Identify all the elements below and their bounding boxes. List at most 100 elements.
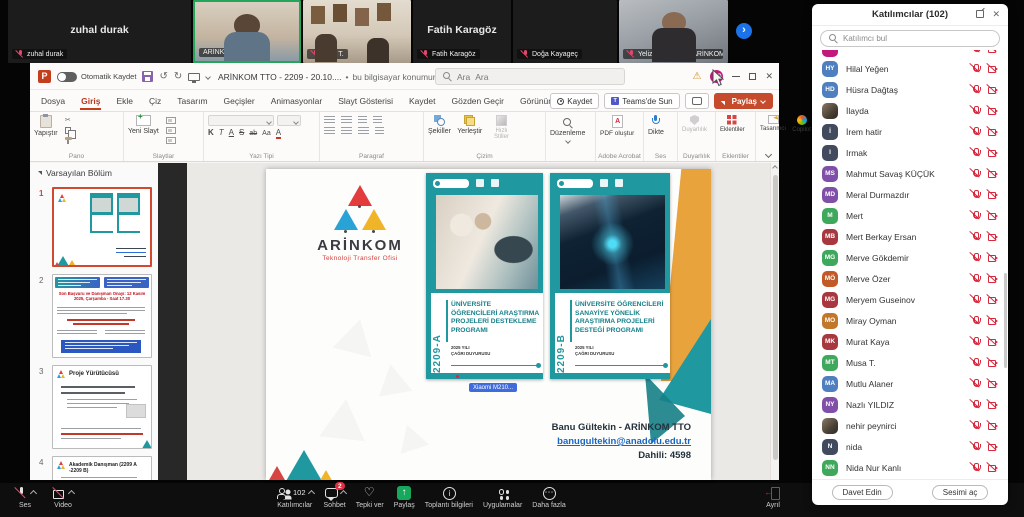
font-size-combo[interactable] — [277, 115, 301, 126]
ribbon-tab[interactable]: Slayt Gösterisi — [337, 93, 394, 109]
bullets-icon[interactable] — [324, 116, 335, 124]
autosave-control[interactable]: Otomatik Kaydet — [57, 72, 136, 82]
present-in-teams-button[interactable]: TTeams'de Sun — [604, 93, 679, 109]
change-case-button[interactable]: Aa — [262, 130, 271, 137]
video-tile[interactable]: Yeliz Erkoç Kök - ARİNKOM T... — [619, 0, 728, 63]
control-button[interactable]: Toplantı bilgileri — [425, 483, 473, 509]
camera-off-icon[interactable] — [987, 378, 998, 389]
participant-row[interactable]: MO Miray Oyman — [812, 310, 1008, 331]
control-button[interactable]: Tepki ver — [356, 483, 384, 509]
mic-off-icon[interactable] — [970, 378, 981, 389]
share-button[interactable]: Paylaş — [714, 93, 773, 109]
next-videos-button[interactable]: › — [736, 23, 752, 39]
participant-row[interactable]: NN Nida Nur Kanlı — [812, 457, 1008, 478]
participant-search-input[interactable]: Katılımcı bul — [820, 30, 1000, 47]
warning-icon[interactable]: ⚠ — [692, 71, 701, 82]
participants-scrollbar-thumb[interactable] — [1004, 273, 1007, 368]
save-icon[interactable] — [142, 71, 153, 82]
editing-button[interactable]: Düzenleme — [550, 118, 585, 143]
mic-off-icon[interactable] — [970, 63, 981, 74]
mic-off-icon[interactable] — [970, 147, 981, 158]
indent-icon[interactable] — [358, 116, 367, 124]
close-button[interactable]: ✕ — [765, 71, 773, 82]
section-header[interactable]: Varsayılan Bölüm — [30, 163, 158, 180]
create-pdf-button[interactable]: PDF oluştur — [600, 115, 634, 137]
record-button[interactable]: Kaydet — [550, 93, 599, 109]
close-panel-icon[interactable]: ✕ — [992, 10, 1000, 18]
strikethrough-button[interactable]: S — [239, 129, 244, 137]
ribbon-tab[interactable]: Ekle — [115, 93, 134, 109]
participant-row[interactable]: MT Musa T. — [812, 352, 1008, 373]
unmute-button[interactable]: Sesimi aç — [932, 485, 989, 500]
camera-off-icon[interactable] — [987, 462, 998, 473]
mic-off-icon[interactable] — [970, 336, 981, 347]
slide-thumbnail-4[interactable]: 4 Akademik Danışman (2209 A -2209 B) — [52, 456, 152, 480]
reset-icon[interactable] — [166, 127, 176, 134]
format-painter-icon[interactable] — [65, 137, 72, 140]
pane-splitter[interactable] — [158, 163, 187, 480]
camera-off-icon[interactable] — [987, 336, 998, 347]
slide-thumbnail-1[interactable]: 1 — [52, 187, 152, 267]
line-spacing-icon[interactable] — [373, 116, 382, 124]
slide-thumbnail-2[interactable]: 2 Son Başvuru ve Danışman Onayı: 12 Kası… — [52, 274, 152, 358]
camera-off-icon[interactable] — [987, 189, 998, 200]
font-name-combo[interactable] — [208, 115, 274, 126]
control-button[interactable]: Paylaş — [394, 483, 415, 509]
popout-icon[interactable] — [976, 10, 984, 18]
comments-button[interactable] — [685, 93, 709, 109]
camera-off-icon[interactable] — [987, 399, 998, 410]
mic-off-icon[interactable] — [970, 462, 981, 473]
caret-up-icon[interactable] — [30, 490, 37, 497]
participant-row[interactable]: nehir peynirci — [812, 415, 1008, 436]
participant-row[interactable]: MB Mert Berkay Ersan — [812, 226, 1008, 247]
copilot-button[interactable]: Copilot — [792, 115, 811, 133]
search-box[interactable]: AraAra — [435, 68, 625, 85]
numbering-icon[interactable] — [341, 116, 352, 124]
sensitivity-button[interactable]: Duyarlılık — [682, 115, 707, 133]
caret-up-icon[interactable] — [68, 490, 75, 497]
mic-off-icon[interactable] — [970, 105, 981, 116]
layout-icon[interactable] — [166, 117, 176, 124]
mic-off-icon[interactable] — [970, 252, 981, 263]
current-slide[interactable]: ARİNKOM Teknoloji Transfer Ofisi 2209-A … — [266, 169, 711, 480]
participant-row[interactable]: MG Merve Gökdemir — [812, 247, 1008, 268]
font-color-button[interactable]: A — [276, 129, 281, 137]
shapes-button[interactable]: Şekiller — [428, 115, 451, 135]
copy-icon[interactable] — [65, 127, 71, 134]
control-button[interactable]: 102 Katılımcılar — [276, 483, 314, 509]
leave-button[interactable]: Ayrıl — [766, 483, 780, 509]
camera-off-icon[interactable] — [987, 315, 998, 326]
mic-off-icon[interactable] — [970, 126, 981, 137]
ribbon-tab[interactable]: Gözden Geçir — [450, 93, 504, 109]
columns-icon[interactable] — [375, 127, 384, 135]
caret-up-icon[interactable] — [340, 490, 347, 497]
mic-off-icon[interactable] — [970, 441, 981, 452]
mic-off-icon[interactable] — [970, 273, 981, 284]
participant-row[interactable]: MK Murat Kaya — [812, 331, 1008, 352]
slide-thumbnail-3[interactable]: 3 Proje Yürütücüsü — [52, 365, 152, 449]
control-button[interactable]: 2 Sohbet — [324, 483, 346, 509]
align-left-icon[interactable] — [324, 127, 335, 135]
ribbon-tab[interactable]: Geçişler — [223, 93, 256, 109]
participant-row[interactable]: MD Meral Durmazdır — [812, 184, 1008, 205]
mic-off-icon[interactable] — [970, 294, 981, 305]
camera-off-icon[interactable] — [987, 420, 998, 431]
participant-row[interactable]: HY Hilal Yeğen — [812, 58, 1008, 79]
align-center-icon[interactable] — [341, 127, 352, 135]
mic-off-icon[interactable] — [970, 315, 981, 326]
addins-button[interactable]: Eklentiler — [720, 115, 745, 133]
video-tile[interactable]: Fatih Karagöz Fatih Karagöz — [413, 0, 511, 63]
undo-icon[interactable]: ↺ — [159, 72, 167, 82]
ribbon-tab[interactable]: Animasyonlar — [270, 93, 324, 109]
participant-row[interactable]: İlayda — [812, 100, 1008, 121]
mic-off-icon[interactable] — [970, 357, 981, 368]
participant-row[interactable]: İ İrem hatir — [812, 121, 1008, 142]
camera-off-icon[interactable] — [987, 210, 998, 221]
contact-email[interactable]: banugultekin@anadolu.edu.tr — [552, 435, 691, 449]
paste-button[interactable]: Yapıştır — [34, 115, 58, 137]
quick-styles-button[interactable]: Hızlı Stiller — [488, 115, 514, 140]
ribbon-tab[interactable]: Giriş — [80, 93, 101, 109]
participant-row[interactable]: MA Mutlu Alaner — [812, 373, 1008, 394]
mic-off-icon[interactable] — [970, 231, 981, 242]
control-button[interactable]: Video — [52, 483, 74, 509]
